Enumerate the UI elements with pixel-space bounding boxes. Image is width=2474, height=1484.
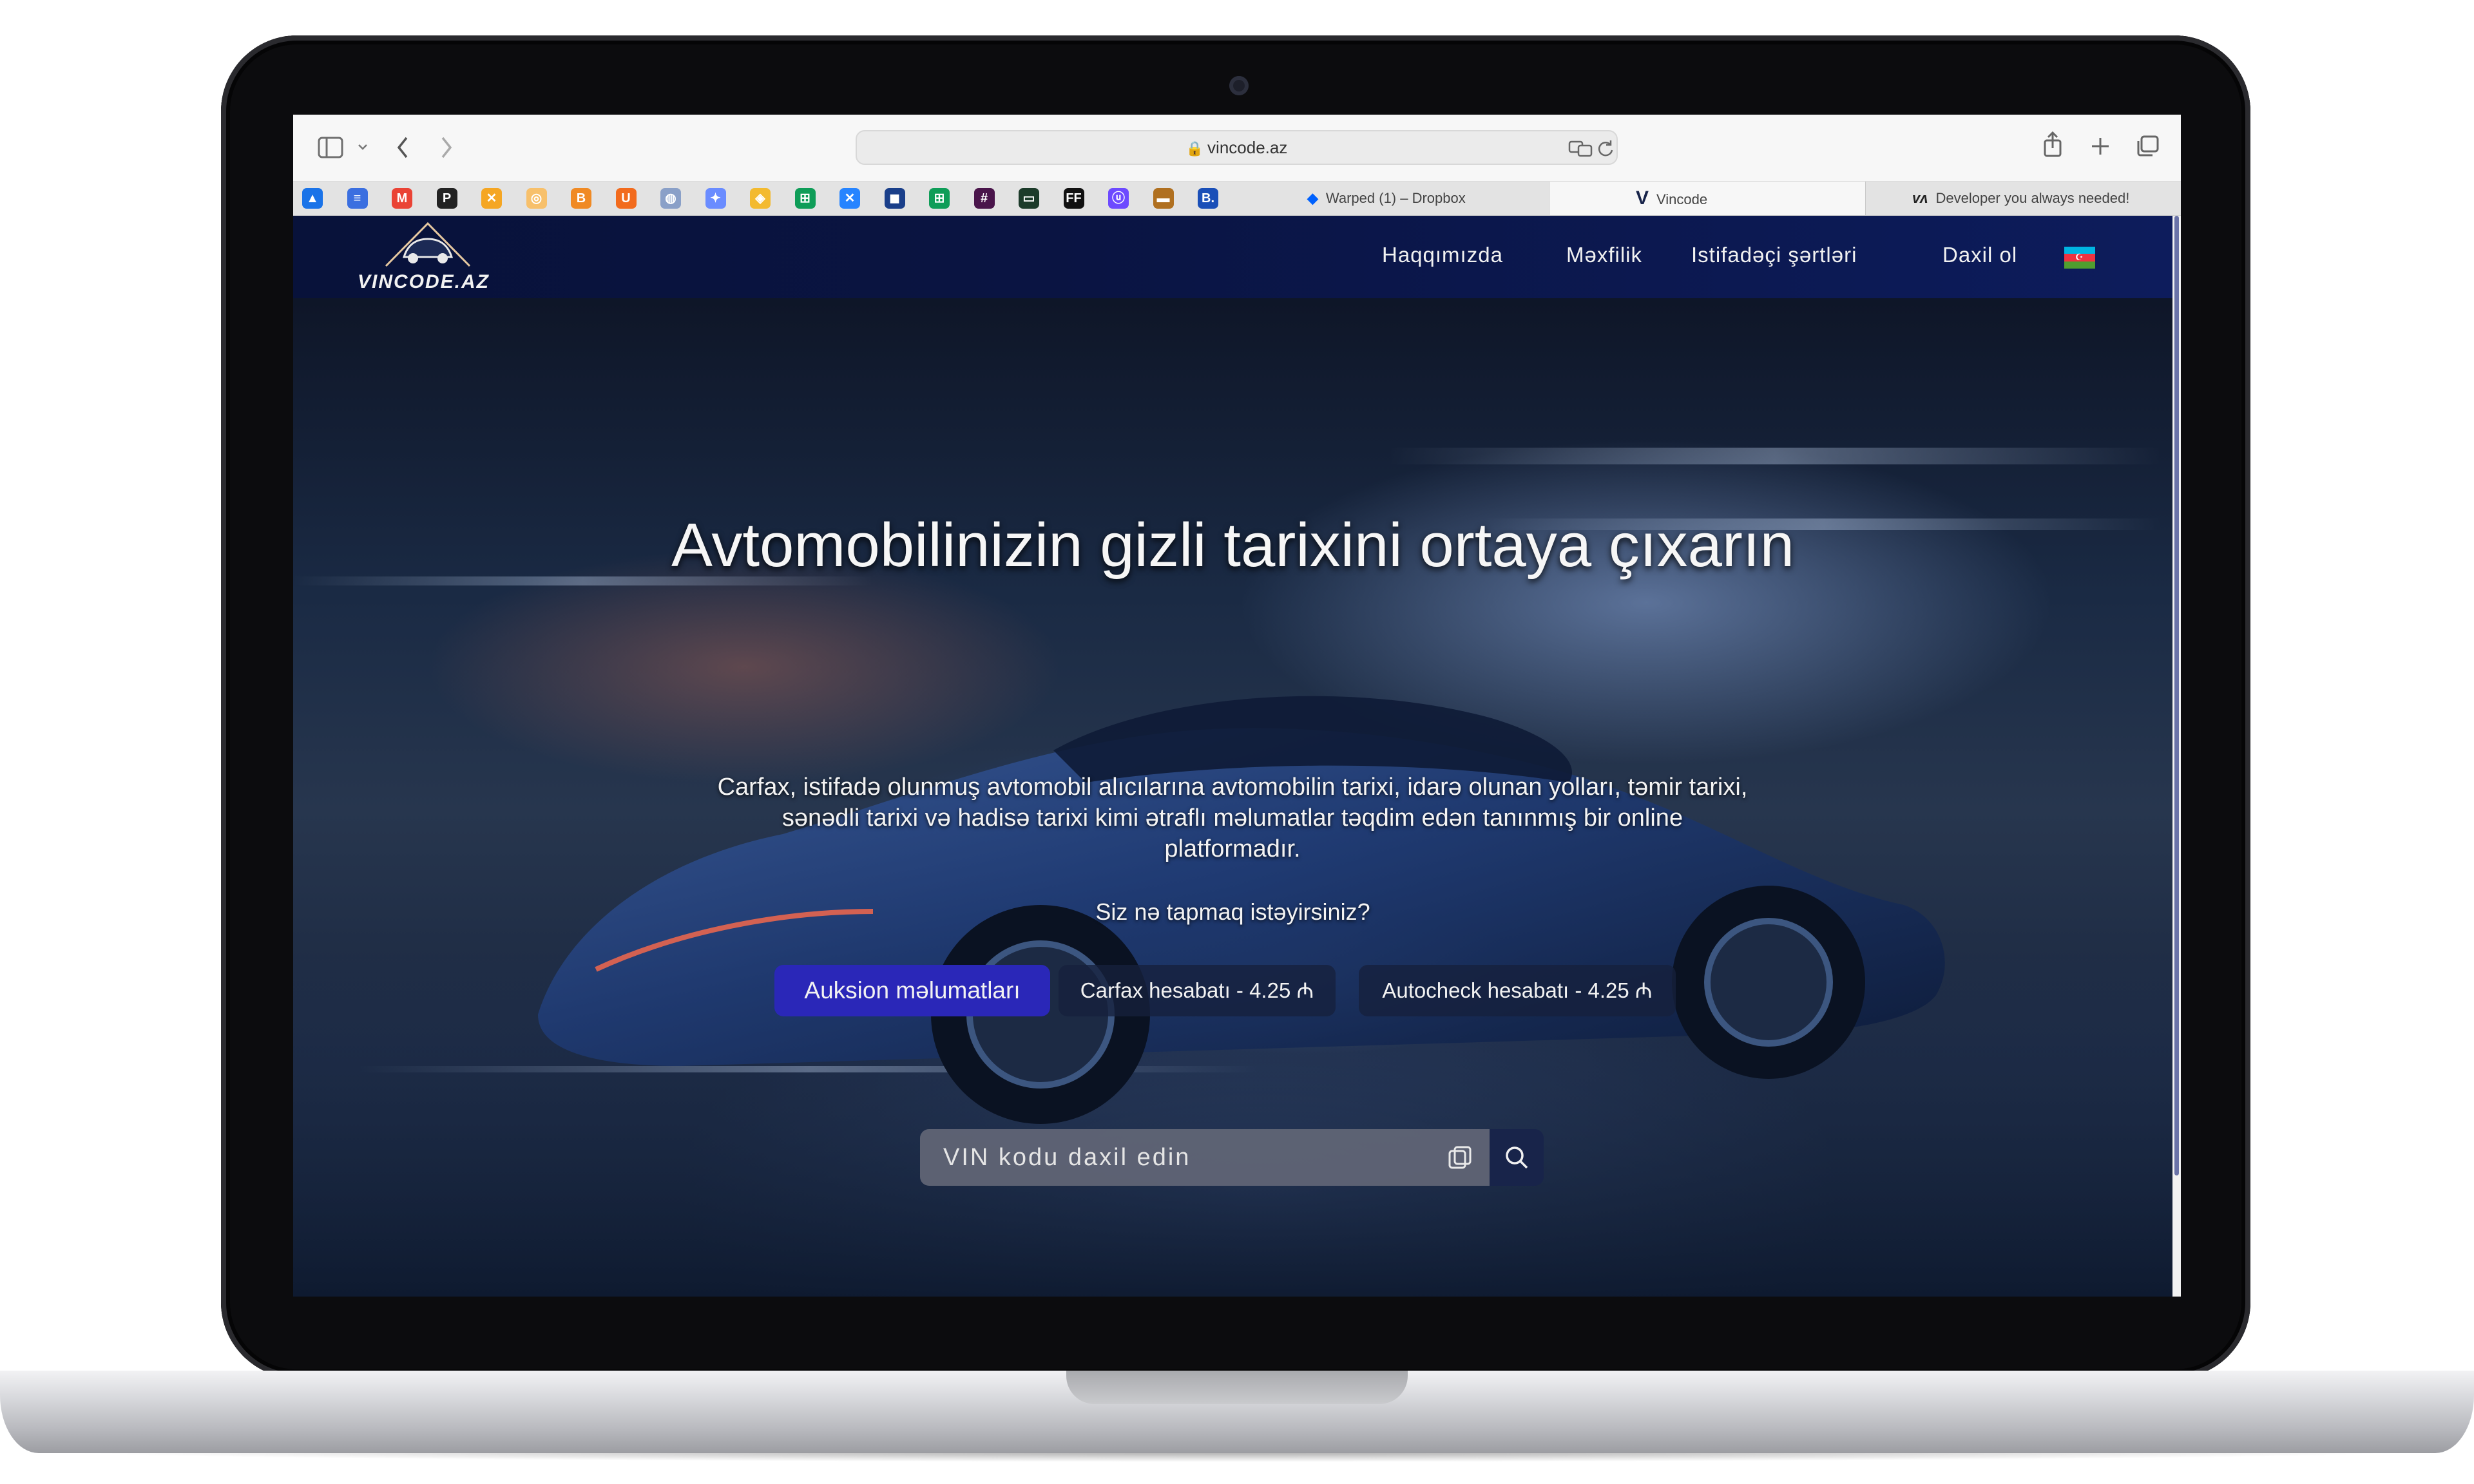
address-bar[interactable]: 🔒 vincode.az: [856, 130, 1618, 165]
proton-icon[interactable]: ⓤ: [1108, 188, 1129, 209]
share-icon[interactable]: [2042, 131, 2063, 158]
forms-icon[interactable]: ≡: [347, 188, 368, 209]
pinterest-icon[interactable]: P: [436, 188, 457, 209]
jira-icon[interactable]: ✕: [839, 188, 860, 209]
new-tab-icon[interactable]: [2091, 137, 2110, 156]
autocheck-report-button[interactable]: Autocheck hesabatı - 4.25 ₼: [1359, 965, 1676, 1016]
tab-overview-icon[interactable]: [2136, 135, 2159, 157]
laptop-notch: [1066, 1371, 1408, 1404]
browser-toolbar: 🔒 vincode.az: [293, 115, 2181, 182]
logo-wordmark[interactable]: VINCODE.AZ: [358, 271, 490, 293]
tab-vincode[interactable]: V Vincode: [1549, 182, 1865, 215]
forward-icon[interactable]: [439, 135, 454, 160]
tab-developer[interactable]: vʌ Developer you always needed!: [1865, 182, 2181, 215]
tab-label: Warped (1) – Dropbox: [1325, 190, 1466, 206]
google-drive-icon[interactable]: ▲: [302, 188, 323, 209]
slack-icon[interactable]: #: [973, 188, 995, 209]
tab-label: Vincode: [1656, 191, 1708, 207]
vin-input[interactable]: [920, 1129, 1490, 1186]
crescent-icon: ☪: [2075, 252, 2084, 263]
x-icon[interactable]: ✕: [481, 188, 502, 209]
translate-icon[interactable]: [1568, 139, 1594, 158]
tab-label: Developer you always needed!: [1935, 190, 2130, 206]
scrollbar-thumb[interactable]: [2174, 216, 2179, 1175]
scrollbar[interactable]: [2172, 216, 2181, 1297]
terminal-icon[interactable]: ▭: [1019, 188, 1039, 209]
orange-app-icon[interactable]: B: [571, 188, 591, 209]
url-text: vincode.az: [1207, 138, 1288, 157]
hero-description: Carfax, istifadə olunmuş avtomobil alıcı…: [717, 774, 1748, 862]
flag-bookmark-icon[interactable]: ▬: [1153, 188, 1174, 209]
screen: 🔒 vincode.az ▲ ≡ M P ✕ ◎ B U ◍ ✦ ◈ ⊞ ✕ ◼ ⊞ # ▭ FF ⓤ ▬ B.: [293, 115, 2181, 1297]
gmail-icon[interactable]: M: [392, 188, 412, 209]
tab-dropbox[interactable]: ◆ Warped (1) – Dropbox: [1260, 182, 1549, 215]
camera-icon: [1229, 76, 1249, 95]
gemini-icon[interactable]: ✦: [705, 188, 726, 209]
search-icon: [1506, 1146, 1528, 1169]
search-button[interactable]: [1490, 1129, 1544, 1186]
auction-data-button[interactable]: Auksion məlumatları: [774, 965, 1050, 1016]
hero-title: Avtomobilinizin gizli tarixini ortaya çı…: [671, 511, 1794, 580]
sheets-icon[interactable]: ⊞: [794, 188, 816, 209]
search-question: Siz nə tapmaq istəyirsiniz?: [1095, 899, 1370, 925]
chevron-down-icon[interactable]: [358, 143, 368, 151]
site-navbar: VINCODE.AZ Haqqımızda Məxfilik Istifadəç…: [293, 216, 2172, 298]
tab-bar: ▲ ≡ M P ✕ ◎ B U ◍ ✦ ◈ ⊞ ✕ ◼ ⊞ # ▭ FF ⓤ ▬ B. ◆ Warped (1) – Dr…: [293, 182, 2181, 216]
carfax-report-button[interactable]: Carfax hesabatı - 4.25 ₼: [1059, 965, 1336, 1016]
openai-icon[interactable]: ◍: [660, 188, 681, 209]
sharepoint-icon[interactable]: ◼: [884, 188, 905, 209]
sidebar-toggle-icon[interactable]: [318, 137, 343, 158]
paste-icon[interactable]: [1447, 1145, 1473, 1170]
nav-terms[interactable]: Istifadəçi şərtləri: [1691, 243, 1857, 267]
sheets-2-icon[interactable]: ⊞: [929, 188, 950, 209]
address-text[interactable]: 🔒 vincode.az: [857, 138, 1616, 158]
car-logo-icon[interactable]: [379, 220, 476, 271]
ff-icon[interactable]: FF: [1063, 188, 1084, 209]
vin-search: [920, 1129, 1544, 1186]
nav-privacy[interactable]: Məxfilik: [1566, 243, 1642, 267]
vincode-tab-icon: V: [1636, 187, 1649, 209]
back-icon[interactable]: [395, 135, 410, 160]
language-flag-icon[interactable]: ☪: [2064, 247, 2095, 269]
flag-stripe-red: ☪: [2064, 252, 2095, 263]
developer-tab-icon: vʌ: [1912, 190, 1928, 206]
binance-icon[interactable]: ◈: [750, 188, 771, 209]
lock-icon: 🔒: [1185, 140, 1204, 157]
dropbox-icon: ◆: [1307, 190, 1318, 206]
website-viewport: VINCODE.AZ Haqqımızda Məxfilik Istifadəç…: [293, 216, 2172, 1297]
booking-icon[interactable]: B.: [1198, 188, 1218, 209]
crypto-icon[interactable]: ◎: [526, 188, 547, 209]
reload-icon[interactable]: [1597, 139, 1615, 158]
u-app-icon[interactable]: U: [615, 188, 637, 209]
nav-about[interactable]: Haqqımızda: [1382, 243, 1503, 267]
nav-login[interactable]: Daxil ol: [1942, 243, 2017, 267]
